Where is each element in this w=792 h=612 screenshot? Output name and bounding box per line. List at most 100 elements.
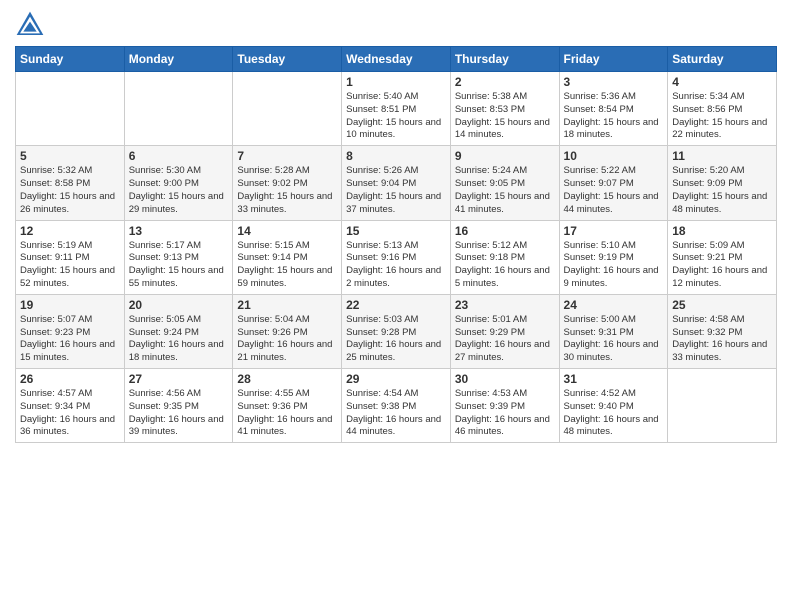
weekday-header-sunday: Sunday (16, 47, 125, 72)
week-row-1: 1Sunrise: 5:40 AM Sunset: 8:51 PM Daylig… (16, 72, 777, 146)
day-info: Sunrise: 5:40 AM Sunset: 8:51 PM Dayligh… (346, 91, 446, 142)
day-number: 19 (20, 298, 120, 312)
day-cell-27: 27 Sunrise: 4:56 AM Sunset: 9:35 PM Dayli… (124, 369, 233, 443)
day-cell-8: 8 Sunrise: 5:26 AM Sunset: 9:04 PM Daylig… (342, 146, 451, 220)
header (15, 10, 777, 40)
day-number: 12 (20, 224, 120, 238)
day-cell-9: 9 Sunrise: 5:24 AM Sunset: 9:05 PM Daylig… (450, 146, 559, 220)
day-cell-2: 2Sunrise: 5:38 AM Sunset: 8:53 PM Daylig… (450, 72, 559, 146)
page: SundayMondayTuesdayWednesdayThursdayFrid… (0, 0, 792, 453)
day-cell-29: 29 Sunrise: 4:54 AM Sunset: 9:38 PM Dayli… (342, 369, 451, 443)
day-cell-10: 10 Sunrise: 5:22 AM Sunset: 9:07 PM Dayli… (559, 146, 668, 220)
day-info: Sunrise: 5:01 AM Sunset: 9:29 PM Dayligh… (455, 314, 555, 365)
day-number: 24 (564, 298, 664, 312)
day-number: 26 (20, 372, 120, 386)
day-cell-24: 24Sunrise: 5:00 AM Sunset: 9:31 PM Dayli… (559, 294, 668, 368)
day-info: Sunrise: 4:53 AM Sunset: 9:39 PM Dayligh… (455, 388, 555, 439)
day-cell-14: 14 Sunrise: 5:15 AM Sunset: 9:14 PM Dayli… (233, 220, 342, 294)
weekday-header-saturday: Saturday (668, 47, 777, 72)
day-cell-17: 17Sunrise: 5:10 AM Sunset: 9:19 PM Dayli… (559, 220, 668, 294)
day-number: 10 (564, 149, 664, 163)
day-info: Sunrise: 5:24 AM Sunset: 9:05 PM Dayligh… (455, 165, 555, 216)
day-cell-30: 30 Sunrise: 4:53 AM Sunset: 9:39 PM Dayli… (450, 369, 559, 443)
calendar-table: SundayMondayTuesdayWednesdayThursdayFrid… (15, 46, 777, 443)
day-info: Sunrise: 5:15 AM Sunset: 9:14 PM Dayligh… (237, 240, 337, 291)
week-row-2: 5 Sunrise: 5:32 AM Sunset: 8:58 PM Daylig… (16, 146, 777, 220)
day-info: Sunrise: 5:36 AM Sunset: 8:54 PM Dayligh… (564, 91, 664, 142)
day-cell-18: 18Sunrise: 5:09 AM Sunset: 9:21 PM Dayli… (668, 220, 777, 294)
day-number: 30 (455, 372, 555, 386)
day-cell-31: 31 Sunrise: 4:52 AM Sunset: 9:40 PM Dayli… (559, 369, 668, 443)
day-number: 13 (129, 224, 229, 238)
weekday-header-friday: Friday (559, 47, 668, 72)
day-info: Sunrise: 5:22 AM Sunset: 9:07 PM Dayligh… (564, 165, 664, 216)
day-cell-28: 28 Sunrise: 4:55 AM Sunset: 9:36 PM Dayli… (233, 369, 342, 443)
day-cell-21: 21 Sunrise: 5:04 AM Sunset: 9:26 PM Dayli… (233, 294, 342, 368)
day-info: Sunrise: 5:20 AM Sunset: 9:09 PM Dayligh… (672, 165, 772, 216)
day-number: 27 (129, 372, 229, 386)
day-cell-1: 1Sunrise: 5:40 AM Sunset: 8:51 PM Daylig… (342, 72, 451, 146)
day-info: Sunrise: 4:56 AM Sunset: 9:35 PM Dayligh… (129, 388, 229, 439)
day-cell-25: 25 Sunrise: 4:58 AM Sunset: 9:32 PM Dayli… (668, 294, 777, 368)
weekday-header-row: SundayMondayTuesdayWednesdayThursdayFrid… (16, 47, 777, 72)
weekday-header-monday: Monday (124, 47, 233, 72)
day-info: Sunrise: 5:17 AM Sunset: 9:13 PM Dayligh… (129, 240, 229, 291)
day-info: Sunrise: 5:07 AM Sunset: 9:23 PM Dayligh… (20, 314, 120, 365)
weekday-header-wednesday: Wednesday (342, 47, 451, 72)
day-info: Sunrise: 5:03 AM Sunset: 9:28 PM Dayligh… (346, 314, 446, 365)
day-number: 4 (672, 75, 772, 89)
day-cell-22: 22 Sunrise: 5:03 AM Sunset: 9:28 PM Dayli… (342, 294, 451, 368)
day-number: 21 (237, 298, 337, 312)
day-number: 6 (129, 149, 229, 163)
day-number: 9 (455, 149, 555, 163)
day-cell-19: 19 Sunrise: 5:07 AM Sunset: 9:23 PM Dayli… (16, 294, 125, 368)
day-info: Sunrise: 5:32 AM Sunset: 8:58 PM Dayligh… (20, 165, 120, 216)
day-cell-26: 26 Sunrise: 4:57 AM Sunset: 9:34 PM Dayli… (16, 369, 125, 443)
logo-icon (15, 10, 45, 40)
week-row-5: 26 Sunrise: 4:57 AM Sunset: 9:34 PM Dayli… (16, 369, 777, 443)
day-info: Sunrise: 5:30 AM Sunset: 9:00 PM Dayligh… (129, 165, 229, 216)
day-cell-20: 20Sunrise: 5:05 AM Sunset: 9:24 PM Dayli… (124, 294, 233, 368)
week-row-3: 12Sunrise: 5:19 AM Sunset: 9:11 PM Dayli… (16, 220, 777, 294)
day-cell-6: 6 Sunrise: 5:30 AM Sunset: 9:00 PM Daylig… (124, 146, 233, 220)
day-number: 5 (20, 149, 120, 163)
day-number: 29 (346, 372, 446, 386)
day-info: Sunrise: 5:10 AM Sunset: 9:19 PM Dayligh… (564, 240, 664, 291)
day-cell-23: 23 Sunrise: 5:01 AM Sunset: 9:29 PM Dayli… (450, 294, 559, 368)
day-cell-16: 16 Sunrise: 5:12 AM Sunset: 9:18 PM Dayli… (450, 220, 559, 294)
day-cell-4: 4 Sunrise: 5:34 AM Sunset: 8:56 PM Daylig… (668, 72, 777, 146)
day-cell-15: 15Sunrise: 5:13 AM Sunset: 9:16 PM Dayli… (342, 220, 451, 294)
week-row-4: 19 Sunrise: 5:07 AM Sunset: 9:23 PM Dayli… (16, 294, 777, 368)
day-info: Sunrise: 4:54 AM Sunset: 9:38 PM Dayligh… (346, 388, 446, 439)
day-cell-7: 7 Sunrise: 5:28 AM Sunset: 9:02 PM Daylig… (233, 146, 342, 220)
day-info: Sunrise: 4:52 AM Sunset: 9:40 PM Dayligh… (564, 388, 664, 439)
day-number: 23 (455, 298, 555, 312)
day-info: Sunrise: 4:55 AM Sunset: 9:36 PM Dayligh… (237, 388, 337, 439)
day-number: 22 (346, 298, 446, 312)
day-info: Sunrise: 5:04 AM Sunset: 9:26 PM Dayligh… (237, 314, 337, 365)
day-info: Sunrise: 5:05 AM Sunset: 9:24 PM Dayligh… (129, 314, 229, 365)
day-number: 8 (346, 149, 446, 163)
day-info: Sunrise: 5:34 AM Sunset: 8:56 PM Dayligh… (672, 91, 772, 142)
empty-cell (16, 72, 125, 146)
day-number: 14 (237, 224, 337, 238)
day-info: Sunrise: 5:26 AM Sunset: 9:04 PM Dayligh… (346, 165, 446, 216)
day-number: 28 (237, 372, 337, 386)
logo (15, 10, 48, 40)
weekday-header-thursday: Thursday (450, 47, 559, 72)
empty-cell (233, 72, 342, 146)
day-number: 7 (237, 149, 337, 163)
day-info: Sunrise: 5:13 AM Sunset: 9:16 PM Dayligh… (346, 240, 446, 291)
day-info: Sunrise: 5:09 AM Sunset: 9:21 PM Dayligh… (672, 240, 772, 291)
day-cell-12: 12Sunrise: 5:19 AM Sunset: 9:11 PM Dayli… (16, 220, 125, 294)
day-info: Sunrise: 5:38 AM Sunset: 8:53 PM Dayligh… (455, 91, 555, 142)
day-info: Sunrise: 4:57 AM Sunset: 9:34 PM Dayligh… (20, 388, 120, 439)
day-info: Sunrise: 5:12 AM Sunset: 9:18 PM Dayligh… (455, 240, 555, 291)
day-cell-13: 13 Sunrise: 5:17 AM Sunset: 9:13 PM Dayli… (124, 220, 233, 294)
day-info: Sunrise: 5:28 AM Sunset: 9:02 PM Dayligh… (237, 165, 337, 216)
day-info: Sunrise: 4:58 AM Sunset: 9:32 PM Dayligh… (672, 314, 772, 365)
day-number: 25 (672, 298, 772, 312)
day-number: 3 (564, 75, 664, 89)
day-number: 16 (455, 224, 555, 238)
day-number: 31 (564, 372, 664, 386)
